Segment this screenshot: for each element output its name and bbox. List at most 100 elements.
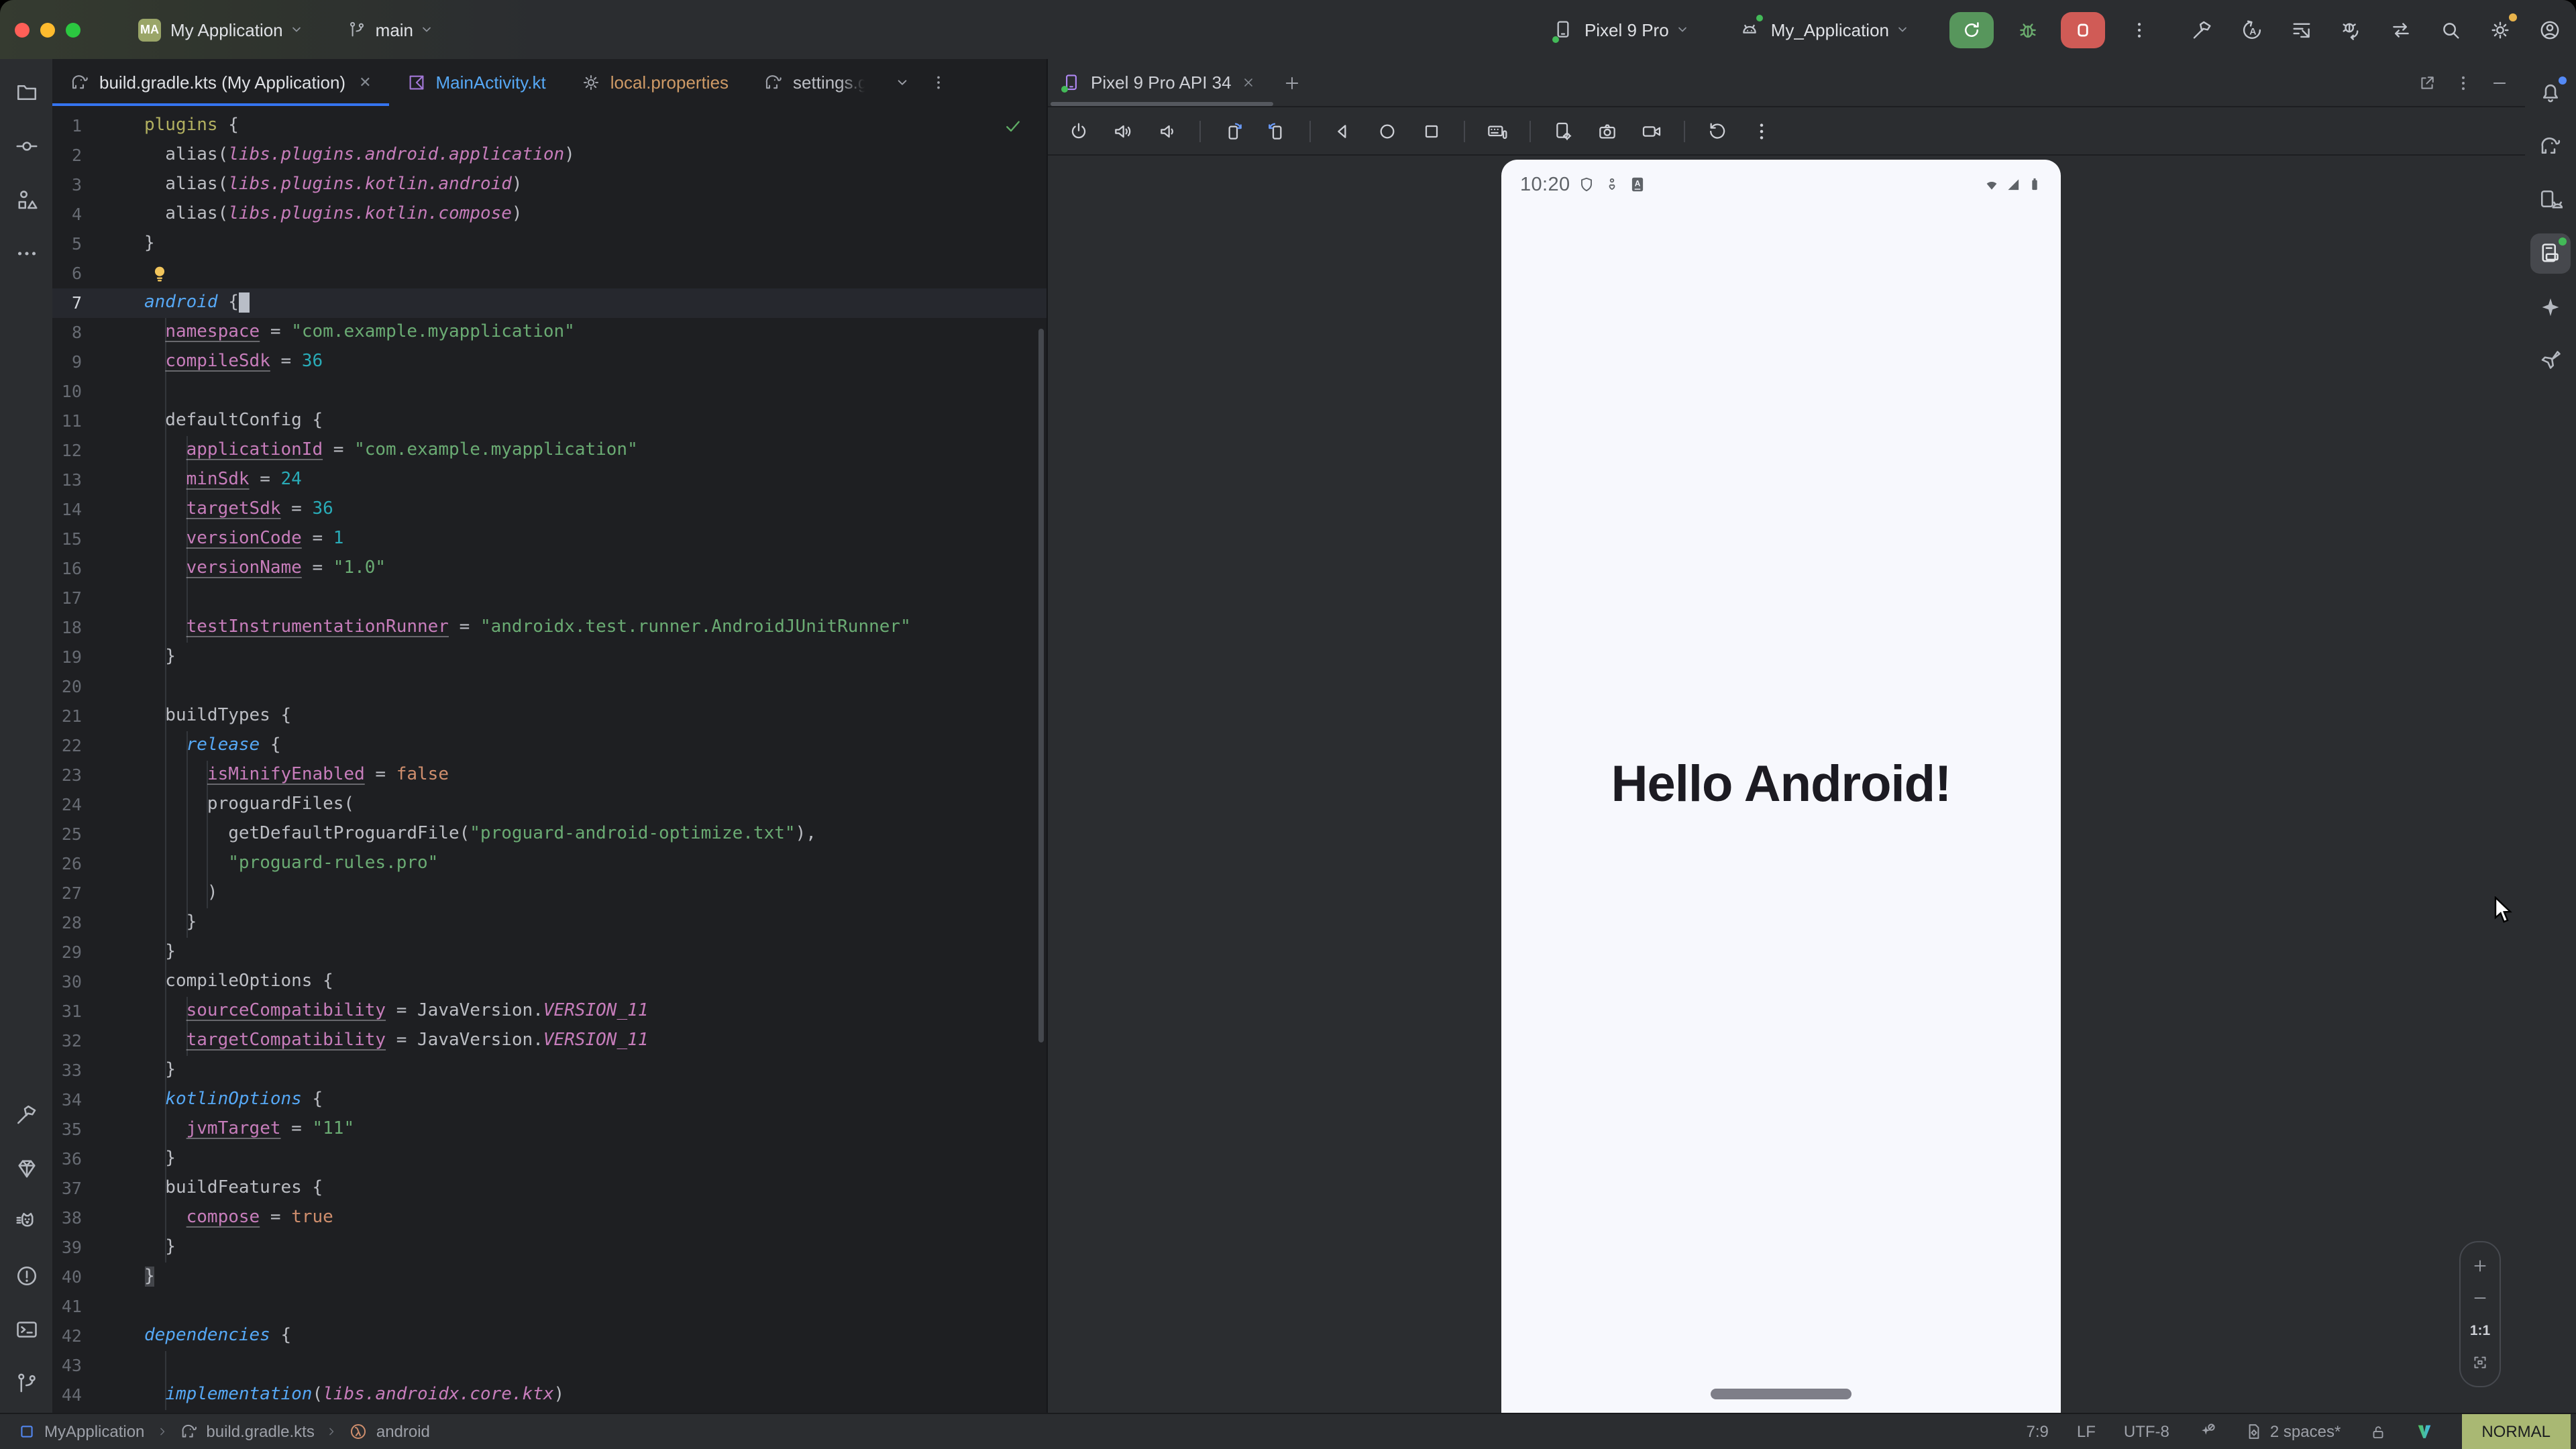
project-widget[interactable]: My Application xyxy=(161,19,305,40)
profiler-button[interactable] xyxy=(2285,13,2317,46)
code-line-39[interactable]: 39 } xyxy=(52,1232,1046,1262)
code-line-2[interactable]: 2 alias(libs.plugins.android.application… xyxy=(52,140,1046,170)
gradle-tool-button[interactable] xyxy=(2530,126,2570,166)
emulator-screen[interactable]: 10:20 Hello Android! xyxy=(1501,159,2061,1416)
reset-button[interactable] xyxy=(1703,116,1732,146)
more-v-button[interactable] xyxy=(1747,116,1776,146)
home-button[interactable] xyxy=(1373,116,1402,146)
attach-debugger-button[interactable] xyxy=(2334,13,2367,46)
code-line-3[interactable]: 3 alias(libs.plugins.kotlin.android) xyxy=(52,170,1046,199)
code-line-20[interactable]: 20 xyxy=(52,672,1046,701)
code-line-37[interactable]: 37 buildFeatures { xyxy=(52,1173,1046,1203)
code-line-10[interactable]: 10 xyxy=(52,376,1046,406)
keyboard-button[interactable] xyxy=(1483,116,1512,146)
code-line-11[interactable]: 11 defaultConfig { xyxy=(52,406,1046,435)
code-editor[interactable]: 1plugins {2 alias(libs.plugins.android.a… xyxy=(52,106,1046,1414)
sync-project-button[interactable] xyxy=(2384,13,2416,46)
build-button[interactable] xyxy=(2186,13,2218,46)
code-line-14[interactable]: 14 targetSdk = 36 xyxy=(52,494,1046,524)
apply-changes-button[interactable] xyxy=(2235,13,2267,46)
code-line-40[interactable]: 40} xyxy=(52,1262,1046,1291)
code-line-27[interactable]: 27 ) xyxy=(52,878,1046,908)
code-line-23[interactable]: 23 isMinifyEnabled = false xyxy=(52,760,1046,790)
code-line-44[interactable]: 44 implementation(libs.androidx.core.ktx… xyxy=(52,1380,1046,1409)
project-tool-button[interactable] xyxy=(6,72,46,113)
editor-scrollbar[interactable] xyxy=(1038,329,1044,1042)
code-line-16[interactable]: 16 versionName = "1.0" xyxy=(52,553,1046,583)
vol-down-button[interactable] xyxy=(1152,116,1182,146)
close-icon[interactable] xyxy=(1241,75,1256,90)
code-line-8[interactable]: 8 namespace = "com.example.myapplication… xyxy=(52,317,1046,347)
code-line-30[interactable]: 30 compileOptions { xyxy=(52,967,1046,996)
device-manager-tool-button[interactable] xyxy=(2530,180,2570,220)
code-line-21[interactable]: 21 buildTypes { xyxy=(52,701,1046,731)
gesture-navigation-bar[interactable] xyxy=(1711,1388,1851,1399)
terminal-tool-button[interactable] xyxy=(6,1309,46,1350)
account-button[interactable] xyxy=(2533,13,2565,46)
vim-mode-badge[interactable]: NORMAL xyxy=(2461,1414,2571,1449)
close-window-button[interactable] xyxy=(15,22,30,37)
popout-icon[interactable] xyxy=(2418,73,2436,92)
encoding-widget[interactable]: UTF-8 xyxy=(2124,1422,2169,1441)
vim-plugin-widget[interactable] xyxy=(2414,1422,2433,1441)
code-line-42[interactable]: 42dependencies { xyxy=(52,1321,1046,1350)
hide-panel-icon[interactable] xyxy=(2490,73,2509,92)
tab-options-kebab-icon[interactable] xyxy=(929,74,947,91)
rerun-button[interactable] xyxy=(1949,11,1994,48)
code-line-13[interactable]: 13 minSdk = 24 xyxy=(52,465,1046,494)
square-button[interactable] xyxy=(1417,116,1446,146)
rot-left-button[interactable] xyxy=(1218,116,1248,146)
device-selector[interactable]: Pixel 9 Pro xyxy=(1551,13,1690,46)
record-button[interactable] xyxy=(1637,116,1666,146)
structure-tool-button[interactable] xyxy=(6,180,46,220)
camera-button[interactable] xyxy=(1593,116,1622,146)
rot-right-button[interactable] xyxy=(1263,116,1292,146)
editor-tab-1[interactable]: build.gradle.kts (My Application)✕ xyxy=(52,59,389,106)
fit-to-window-icon[interactable] xyxy=(2471,1354,2489,1371)
tab-list-chevron-icon[interactable] xyxy=(893,74,910,91)
code-line-4[interactable]: 4 alias(libs.plugins.kotlin.compose) xyxy=(52,199,1046,229)
breadcrumb-item[interactable]: android xyxy=(350,1422,430,1441)
minimize-window-button[interactable] xyxy=(40,22,55,37)
zoom-ratio-label[interactable]: 1:1 xyxy=(2470,1322,2490,1338)
code-line-24[interactable]: 24 proguardFiles( xyxy=(52,790,1046,819)
breadcrumb-item[interactable]: MyApplication xyxy=(17,1422,144,1441)
notifications-tool-button[interactable] xyxy=(2530,72,2570,113)
dev-settings-button[interactable] xyxy=(1548,116,1578,146)
inspections-ok-check-icon[interactable] xyxy=(1004,117,1022,136)
code-line-26[interactable]: 26 "proguard-rules.pro" xyxy=(52,849,1046,878)
code-line-15[interactable]: 15 versionCode = 1 xyxy=(52,524,1046,553)
code-line-12[interactable]: 12 applicationId = "com.example.myapplic… xyxy=(52,435,1046,465)
editor-tab-2[interactable]: MainActivity.kt xyxy=(389,59,564,106)
indent-widget[interactable]: 2 spaces* xyxy=(2245,1422,2341,1441)
code-line-25[interactable]: 25 getDefaultProguardFile("proguard-andr… xyxy=(52,819,1046,849)
code-line-6[interactable]: 6 xyxy=(52,258,1046,288)
commit-tool-button[interactable] xyxy=(6,126,46,166)
code-line-22[interactable]: 22 release { xyxy=(52,731,1046,760)
sparkle-tool-button[interactable] xyxy=(2530,287,2570,327)
close-tab-icon[interactable]: ✕ xyxy=(359,74,371,91)
code-line-17[interactable]: 17 xyxy=(52,583,1046,612)
code-line-18[interactable]: 18 testInstrumentationRunner = "androidx… xyxy=(52,612,1046,642)
new-device-tab-plus-icon[interactable] xyxy=(1283,73,1301,92)
line-separator-widget[interactable]: LF xyxy=(2077,1422,2096,1441)
code-line-43[interactable]: 43 xyxy=(52,1350,1046,1380)
ai-status-widget[interactable] xyxy=(2198,1422,2216,1441)
vol-up-button[interactable] xyxy=(1108,116,1138,146)
code-line-36[interactable]: 36 } xyxy=(52,1144,1046,1173)
code-line-38[interactable]: 38 compose = true xyxy=(52,1203,1046,1232)
code-line-1[interactable]: 1plugins { xyxy=(52,111,1046,140)
editor-tab-3[interactable]: local.properties xyxy=(564,59,746,106)
maximize-window-button[interactable] xyxy=(66,22,80,37)
zoom-in-icon[interactable] xyxy=(2471,1257,2489,1275)
code-line-31[interactable]: 31 sourceCompatibility = JavaVersion.VER… xyxy=(52,996,1046,1026)
build-tool-button[interactable] xyxy=(6,1095,46,1135)
code-line-35[interactable]: 35 jvmTarget = "11" xyxy=(52,1114,1046,1144)
code-line-5[interactable]: 5} xyxy=(52,229,1046,258)
breadcrumb-item[interactable]: build.gradle.kts xyxy=(179,1422,314,1441)
caret-position-widget[interactable]: 7:9 xyxy=(2027,1422,2049,1441)
editor-tab-4[interactable]: settings.g xyxy=(746,59,885,106)
code-line-29[interactable]: 29 } xyxy=(52,937,1046,967)
back-button[interactable] xyxy=(1328,116,1358,146)
code-line-32[interactable]: 32 targetCompatibility = JavaVersion.VER… xyxy=(52,1026,1046,1055)
